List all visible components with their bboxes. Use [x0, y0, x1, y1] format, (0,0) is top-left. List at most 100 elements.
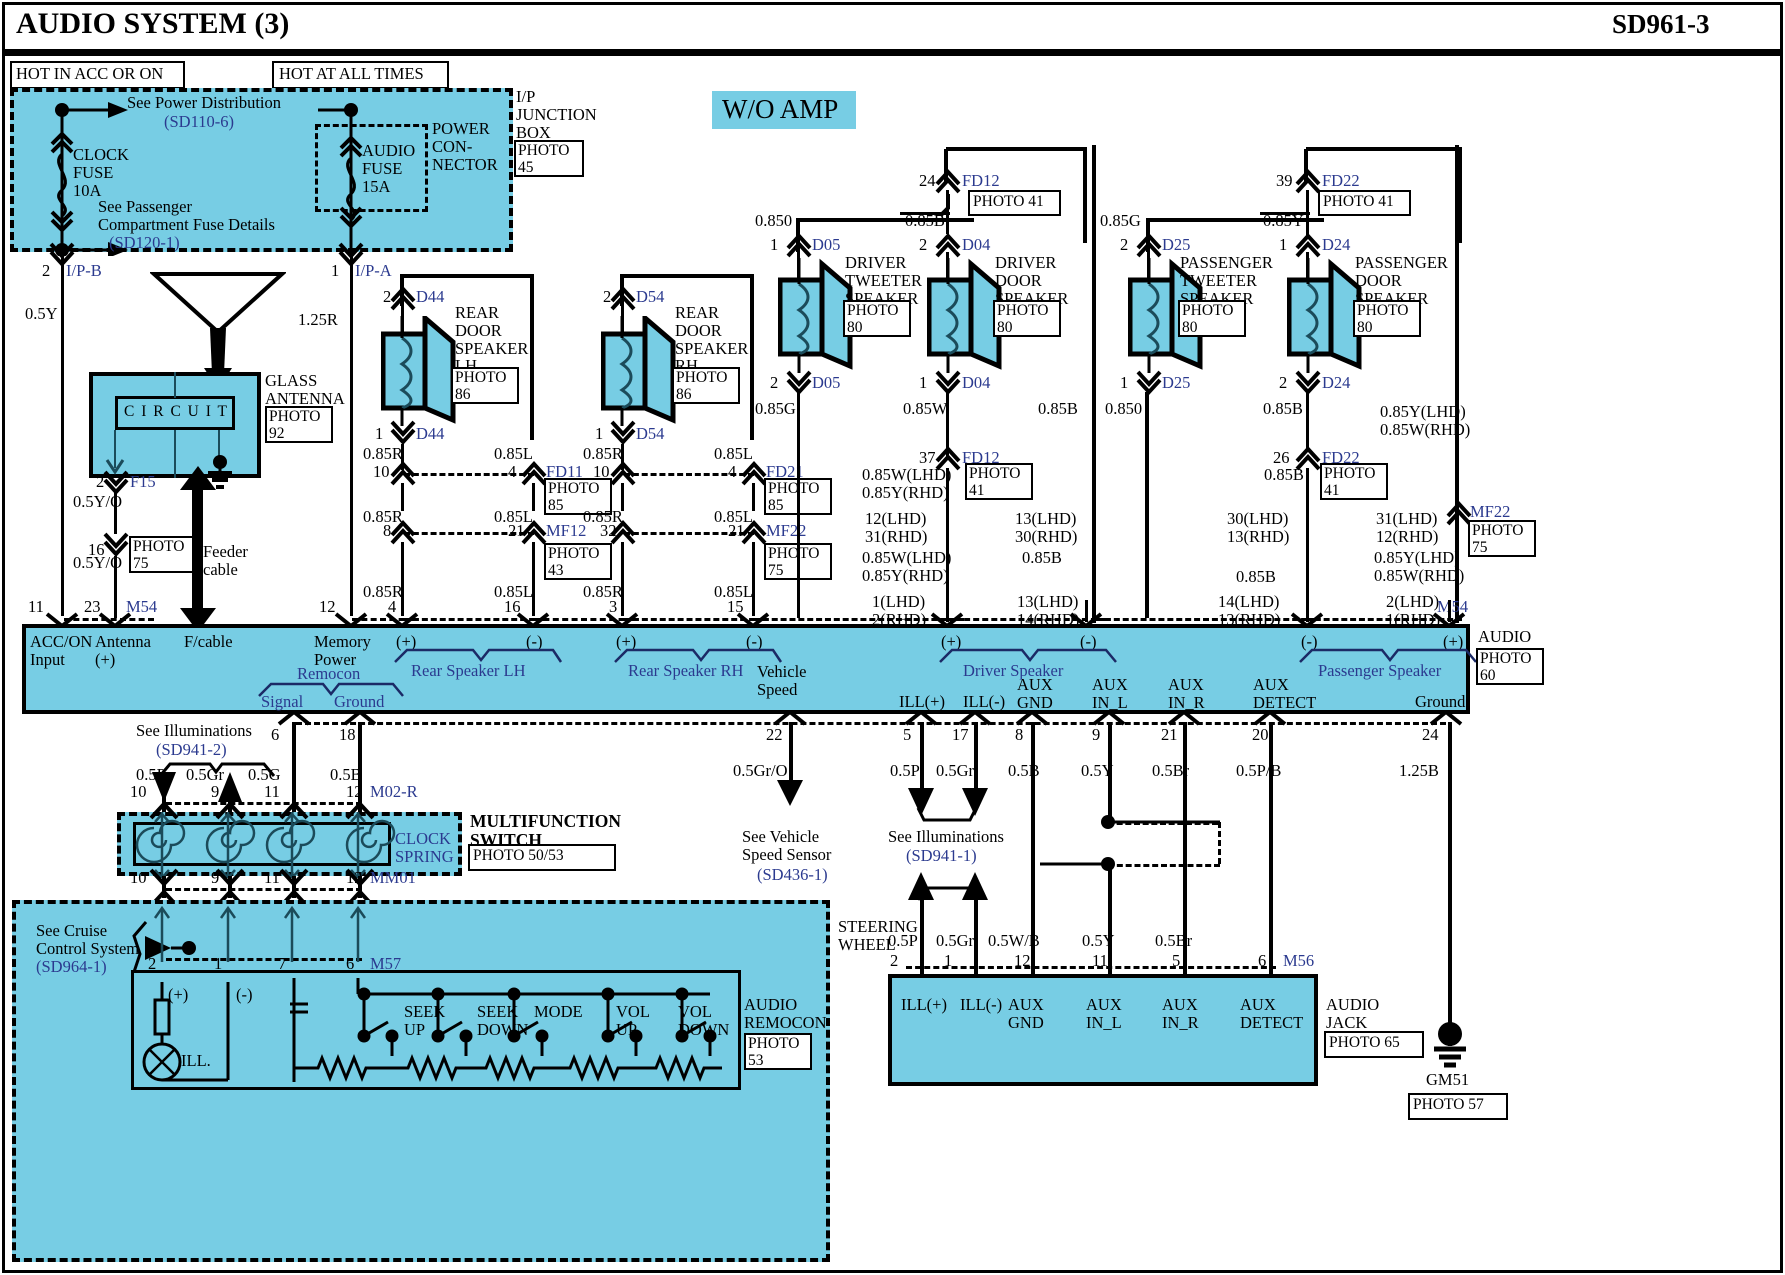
fd11-left-pin: 10: [373, 462, 390, 481]
m54-notch-12: [334, 612, 368, 628]
mm01-pin-11: 11: [264, 868, 280, 887]
mf22-rear-right-pin: 21: [728, 521, 745, 540]
passenger-tweeter-photo: PHOTO 80: [1182, 302, 1234, 336]
d54-bot-connector-arrow: [610, 420, 636, 445]
mf12-l2-wire-label: 0.85R: [363, 582, 403, 601]
d54-top-pin: 2: [603, 287, 612, 306]
mf12-photo: PHOTO 43: [548, 545, 600, 579]
aux-dash-2: [1218, 822, 1221, 864]
d44-top-name: D44: [416, 287, 445, 306]
feeder-cable-arrow-up: [180, 466, 216, 490]
see-cruise-ref: (SD964-1): [36, 957, 107, 976]
btn-vol-down[interactable]: VOL DOWN: [678, 1003, 729, 1039]
ms-pin-11: 11: [264, 782, 280, 801]
d54-bot-pin: 1: [595, 424, 604, 443]
d25-bot-name: D25: [1162, 373, 1191, 392]
m54-aux-in-r-label: AUX IN_R: [1168, 675, 1205, 712]
see-vehicle-speed-ref: (SD436-1): [757, 865, 828, 884]
aux-in-l-wire-top: [1108, 722, 1112, 822]
mf22-rear-photo: PHOTO 75: [768, 545, 820, 579]
ill-label: ILL.: [181, 1051, 211, 1070]
fd11-right-pin: 4: [508, 462, 517, 481]
m54-aux-detect-label: AUX DETECT: [1253, 675, 1317, 712]
d25-top-name: D25: [1162, 235, 1191, 254]
pin-20-below: 20: [1252, 725, 1269, 744]
m02r-name: M02-R: [370, 782, 418, 801]
pin-21-below: 21: [1161, 725, 1178, 744]
m54-acc-label: ACC/ON Input: [30, 632, 93, 669]
pin-22-below: 22: [766, 725, 783, 744]
d54-top-name: D54: [636, 287, 665, 306]
d25-top-pin: 2: [1120, 235, 1129, 254]
mf22-right-name: MF22: [1470, 502, 1511, 521]
fd12-top-name: FD12: [962, 171, 1000, 190]
d05-top-pin: 1: [770, 235, 779, 254]
wo-amp-label: W/O AMP: [722, 94, 839, 124]
hot-acc-label: HOT IN ACC OR ON: [16, 64, 164, 83]
jack-aux-detect: AUX DETECT: [1240, 995, 1304, 1032]
wiring-diagram-page: AUDIO SYSTEM (3) SD961-3 HOT IN ACC OR O…: [0, 0, 1785, 1275]
d05-in-wire-label: 0.850: [755, 211, 793, 230]
rear-rh-speaker-label: REAR DOOR SPEAKER RH: [675, 303, 749, 376]
remocon-signal-label: Signal: [261, 692, 304, 711]
btn-vol-up[interactable]: VOL UP: [616, 1003, 650, 1039]
remocon-minus: (-): [236, 985, 253, 1004]
pin-17-below: 17: [952, 725, 969, 744]
fd22-bot-photo: PHOTO 41: [1324, 465, 1376, 499]
cs-top-term-11: [279, 801, 309, 820]
d54-bot-name: D54: [636, 424, 665, 443]
m54-antenna-label: Antenna (+): [95, 632, 151, 669]
d05-out-wire: [797, 392, 800, 618]
audio-jack-photo: PHOTO 65: [1329, 1034, 1400, 1051]
btn-seek-up[interactable]: SEEK UP: [404, 1003, 445, 1039]
ipb-wire: [61, 266, 64, 616]
aux-in-r-wire-bot: [1183, 822, 1187, 974]
btn-mode[interactable]: MODE: [534, 1003, 583, 1021]
d04-top-pin: 2: [919, 235, 928, 254]
jack-y-label: 0.5Y: [1082, 931, 1115, 950]
glass-antenna-label: GLASS ANTENNA: [265, 371, 345, 408]
rear-lh-speaker-label: REAR DOOR SPEAKER LH: [455, 303, 529, 376]
feeder-cable-wire: [192, 482, 203, 622]
d24-out-wire: [1306, 392, 1309, 452]
mf12-right-pin: 21: [508, 521, 525, 540]
fd22-bot-down-wire: [1306, 468, 1309, 618]
see-vehicle-speed-label: See Vehicle Speed Sensor: [742, 827, 832, 864]
jack-p-wire: [920, 896, 924, 974]
m54-pin-4: 4: [388, 597, 397, 616]
d04-in-v2-wire: [946, 212, 949, 234]
d04-bot-pin: 1: [919, 373, 928, 392]
btn-seek-down[interactable]: SEEK DOWN: [477, 1003, 528, 1039]
ill-lamp-circuit: [142, 982, 230, 1082]
see-power-dist-label: See Power Distribution: [127, 93, 281, 112]
power-connector-label: POWER CON- NECTOR: [432, 119, 498, 174]
psg-tweeter-group-pins: 30(LHD) 13(RHD): [1227, 509, 1290, 546]
fd12-top-photo: PHOTO 41: [973, 193, 1044, 210]
driver-door-photo: PHOTO 80: [997, 302, 1049, 336]
illp-wire-1: [920, 722, 924, 794]
glass-antenna-photo: PHOTO 92: [269, 408, 321, 442]
mf12-name: MF12: [546, 521, 587, 540]
see-illum-1-label: See Illuminations: [888, 827, 1004, 846]
psg-b-upper: 0.85B: [1264, 465, 1304, 484]
feeder-cable-label: Feeder cable: [203, 542, 248, 579]
psg-y-long-wire: [1455, 145, 1459, 623]
multifunction-photo: PHOTO 50/53: [473, 847, 564, 864]
illgr-wire-1: [974, 722, 978, 794]
jack-wb-label: 0.5W/B: [988, 931, 1040, 950]
d25-in-wire-label: 0.85G: [1100, 211, 1141, 230]
fd22-top-photo: PHOTO 41: [1323, 193, 1394, 210]
jack-gr-wire: [974, 896, 978, 974]
illgr-wire-label: 0.5Gr: [936, 761, 975, 780]
see-pass-fuse-ref: (SD120-1): [109, 233, 180, 252]
m56-dashed: [906, 966, 1276, 969]
m54-pin-23: 23: [84, 597, 101, 616]
f15-name: F15: [130, 472, 156, 491]
jack-ill-plus: ILL(+): [901, 995, 947, 1014]
drv-b-label: 0.85B: [1022, 548, 1062, 567]
m54-name-left: M54: [126, 597, 158, 616]
mf12-left-pin: 8: [383, 521, 392, 540]
m54-pin-12: 12: [319, 597, 336, 616]
see-illum-1-ref: (SD941-1): [906, 846, 977, 865]
d24-bot-name: D24: [1322, 373, 1351, 392]
